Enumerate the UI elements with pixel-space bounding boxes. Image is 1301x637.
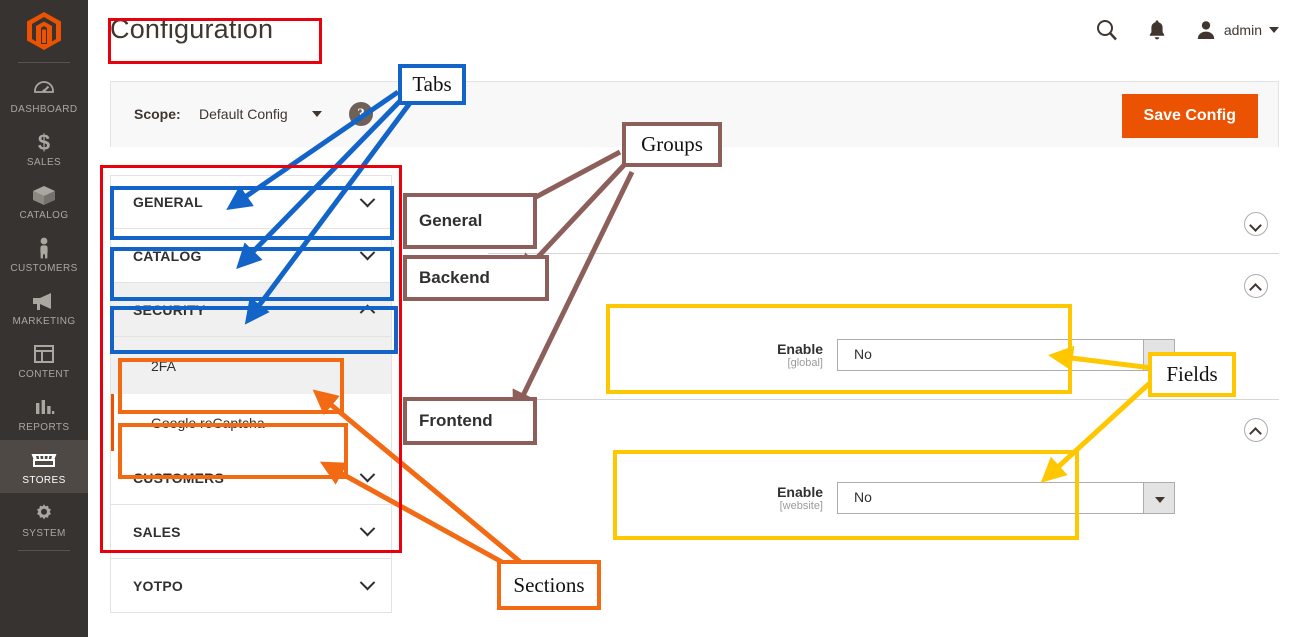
admin-sidebar: DASHBOARD $ SALES CATALOG CUSTOMERS MARKETING… xyxy=(0,0,88,637)
sidebar-item-reports[interactable]: REPORTS xyxy=(0,387,88,440)
svg-text:$: $ xyxy=(38,130,50,154)
config-section-list: 2FA Google reCaptcha xyxy=(110,337,392,451)
sidebar-item-customers[interactable]: CUSTOMERS xyxy=(0,228,88,281)
sidebar-item-dashboard[interactable]: DASHBOARD xyxy=(0,69,88,122)
sidebar-item-label: CUSTOMERS xyxy=(10,263,78,274)
admin-user-name: admin xyxy=(1223,22,1262,38)
chevron-down-icon xyxy=(359,191,376,207)
field-scope: [global] xyxy=(787,357,823,369)
box-icon xyxy=(0,183,88,209)
chevron-down-icon xyxy=(1269,27,1279,33)
question-mark-icon[interactable]: ? xyxy=(349,102,373,126)
field-name: Enable xyxy=(777,484,823,500)
field-row-enable-website: Enable [website] No xyxy=(713,482,1175,514)
chevron-down-icon[interactable] xyxy=(312,111,322,117)
page-header: Configuration admin xyxy=(88,0,1301,62)
bar-chart-icon xyxy=(0,395,88,421)
scope-bar: Scope: Default Config ? Save Config xyxy=(110,81,1279,147)
sidebar-item-catalog[interactable]: CATALOG xyxy=(0,175,88,228)
config-section-google-recaptcha[interactable]: Google reCaptcha xyxy=(111,394,391,451)
group-separator xyxy=(488,399,1279,400)
sidebar-item-label: CONTENT xyxy=(18,369,70,380)
megaphone-icon xyxy=(0,289,88,315)
config-tab-label: CUSTOMERS xyxy=(133,469,224,486)
scope-label: Scope: xyxy=(134,106,181,122)
config-tab-yotpo[interactable]: YOTPO xyxy=(110,559,392,613)
config-tab-label: YOTPO xyxy=(133,577,184,594)
sidebar-item-list: DASHBOARD $ SALES CATALOG CUSTOMERS MARKETING… xyxy=(0,69,88,546)
layout-icon xyxy=(0,342,88,368)
header-actions: admin xyxy=(1095,18,1279,42)
chevron-up-icon xyxy=(359,304,376,321)
sidebar-item-label: DASHBOARD xyxy=(10,104,78,115)
config-tab-general[interactable]: GENERAL xyxy=(110,175,392,229)
chevron-down-icon xyxy=(359,520,376,537)
chevron-down-icon[interactable] xyxy=(1143,482,1175,514)
config-tab-label: CATALOG xyxy=(133,247,202,264)
config-section-label: 2FA xyxy=(151,357,176,374)
dashboard-icon xyxy=(0,77,88,103)
sidebar-item-label: SYSTEM xyxy=(22,528,66,539)
enable-website-select[interactable]: No xyxy=(837,482,1175,514)
config-section-label: Google reCaptcha xyxy=(151,414,265,431)
sidebar-item-label: CATALOG xyxy=(19,210,69,221)
gear-icon xyxy=(0,501,88,527)
magento-logo-icon xyxy=(27,12,61,50)
sidebar-divider-top xyxy=(18,62,70,63)
config-tab-customers[interactable]: CUSTOMERS xyxy=(110,451,392,505)
sidebar-item-label: REPORTS xyxy=(18,422,70,433)
chevron-down-icon xyxy=(359,244,376,261)
enable-global-select-value[interactable]: No xyxy=(837,339,1175,371)
group-separator xyxy=(488,253,1279,254)
main-area: Configuration admin Scope: Default Confi xyxy=(88,0,1301,637)
enable-global-select[interactable]: No xyxy=(837,339,1175,371)
group-toggle-backend[interactable] xyxy=(1244,274,1268,298)
sidebar-item-marketing[interactable]: MARKETING xyxy=(0,281,88,334)
config-tab-sales[interactable]: SALES xyxy=(110,505,392,559)
field-row-enable-global: Enable [global] No xyxy=(713,339,1175,371)
enable-website-select-value[interactable]: No xyxy=(837,482,1175,514)
config-tab-list: GENERAL CATALOG SECURITY 2FA Google reCaptch… xyxy=(110,175,392,613)
config-tab-security[interactable]: SECURITY xyxy=(110,283,392,337)
group-toggle-frontend[interactable] xyxy=(1244,418,1268,442)
save-config-button[interactable]: Save Config xyxy=(1121,94,1258,138)
config-tab-label: SALES xyxy=(133,523,181,540)
field-label: Enable [website] xyxy=(713,484,823,512)
user-avatar-icon xyxy=(1197,21,1215,39)
field-label: Enable [global] xyxy=(713,341,823,369)
person-icon xyxy=(0,236,88,262)
field-name: Enable xyxy=(777,341,823,357)
config-section-2fa[interactable]: 2FA xyxy=(111,337,391,394)
group-toggle-general[interactable] xyxy=(1244,212,1268,236)
sidebar-item-system[interactable]: SYSTEM xyxy=(0,493,88,546)
search-icon[interactable] xyxy=(1095,18,1119,42)
bell-icon[interactable] xyxy=(1147,18,1167,42)
sidebar-item-label: STORES xyxy=(22,475,66,486)
config-tab-label: SECURITY xyxy=(133,301,206,318)
sidebar-item-label: SALES xyxy=(26,157,62,168)
store-icon xyxy=(0,448,88,474)
chevron-down-icon xyxy=(359,574,376,591)
sidebar-divider-bottom xyxy=(18,550,70,551)
page-title: Configuration xyxy=(110,14,274,44)
admin-user-menu[interactable]: admin xyxy=(1195,19,1279,41)
config-tab-label: GENERAL xyxy=(133,194,203,210)
dollar-icon: $ xyxy=(0,130,88,156)
sidebar-item-label: MARKETING xyxy=(12,316,76,327)
scope-selector-value[interactable]: Default Config xyxy=(199,106,288,122)
field-scope: [website] xyxy=(779,500,823,512)
sidebar-item-sales[interactable]: $ SALES xyxy=(0,122,88,175)
sidebar-item-content[interactable]: CONTENT xyxy=(0,334,88,387)
chevron-down-icon[interactable] xyxy=(1143,339,1175,371)
config-tab-catalog[interactable]: CATALOG xyxy=(110,229,392,283)
magento-logo[interactable] xyxy=(0,0,88,62)
sidebar-item-stores[interactable]: STORES xyxy=(0,440,88,493)
chevron-down-icon xyxy=(359,466,376,483)
